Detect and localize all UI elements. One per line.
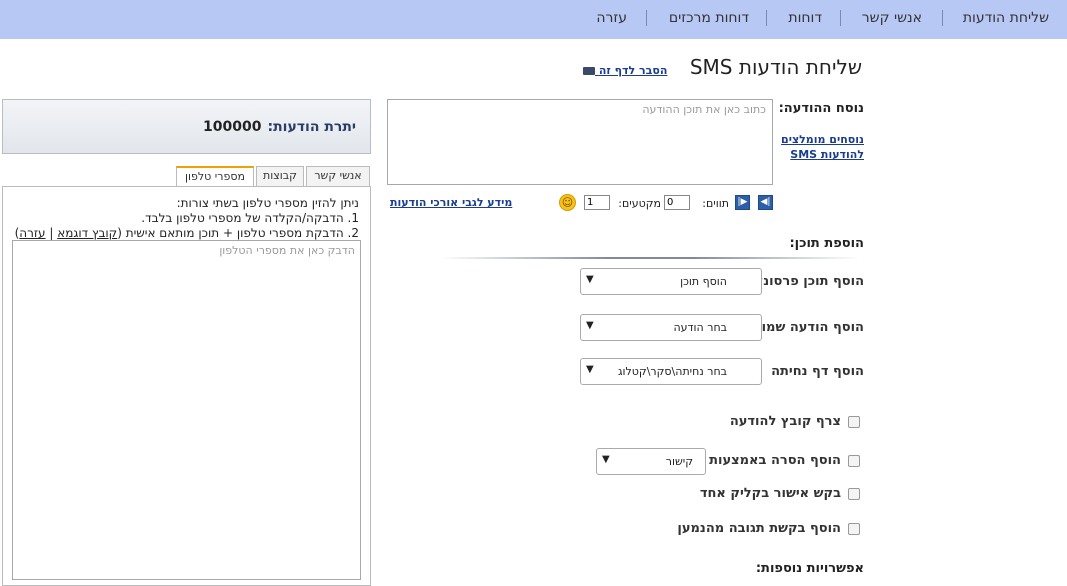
nav-contacts[interactable]: אנשי קשר	[862, 10, 922, 26]
reply-request-label: הוסף בקשת תגובה מהנמען	[677, 521, 841, 536]
chars-label: תווים:	[702, 197, 729, 210]
phones-help-link[interactable]: עזרה	[19, 226, 45, 240]
chevron-down-icon: ▼	[602, 454, 610, 465]
video-camera-icon	[583, 67, 595, 75]
chevron-down-icon: ▼	[586, 364, 594, 375]
remove-via-value: קישור	[665, 455, 693, 468]
one-click-label: בקש אישור בקליק אחד	[699, 486, 841, 501]
explain-page-link[interactable]: הסבר לדף זה	[580, 64, 667, 77]
phone-instructions-line2: 1. הדבקה/הקלדה של מספרי טלפון בלבד.	[141, 211, 359, 225]
chars-count-field[interactable]	[664, 195, 690, 210]
segments-count-field[interactable]	[584, 195, 610, 210]
rtl-direction-button[interactable]: ◀|	[758, 195, 773, 210]
add-content-title: הוספת תוכן:	[789, 236, 864, 251]
message-length-info-link[interactable]: מידע לגבי אורכי הודעות	[390, 196, 512, 209]
tab-groups[interactable]: קבוצות	[256, 166, 304, 186]
nav-separator	[840, 10, 841, 26]
nav-separator	[646, 10, 647, 26]
nav-separator	[942, 10, 943, 26]
recommended-texts-link[interactable]: נוסחים מומלצים להודעות SMS	[774, 132, 864, 162]
one-click-checkbox[interactable]	[848, 488, 860, 500]
nav-help[interactable]: עזרה	[596, 10, 627, 26]
more-options-title: אפשרויות נוספות:	[755, 561, 864, 576]
segments-label: מקטעים:	[618, 197, 661, 210]
phone-instructions-line1: ניתן להזין מספרי טלפון בשתי צורות:	[176, 196, 359, 210]
balance-label: יתרת הודעות:	[267, 119, 357, 135]
attach-file-checkbox[interactable]	[848, 416, 860, 428]
phone-instructions-line3: 2. הדבקת מספרי טלפון + תוכן מותאם אישית …	[14, 226, 359, 240]
landing-page-label: הוסף דף נחיתה	[771, 364, 864, 379]
nav-summary-reports[interactable]: דוחות מרכזים	[669, 10, 749, 26]
message-label: נוסח ההודעה:	[778, 101, 864, 116]
landing-page-select[interactable]: בחר נחיתה\סקר\קטלוג ▼	[580, 358, 762, 385]
nav-separator	[766, 10, 767, 26]
page-explain-label: הסבר לדף זה	[598, 64, 668, 77]
phone-numbers-textarea[interactable]	[12, 240, 361, 580]
landing-page-value: בחר נחיתה\סקר\קטלוג	[617, 365, 727, 378]
rtl-arrow-icon: ◀|	[760, 197, 771, 207]
reply-request-checkbox[interactable]	[848, 523, 860, 535]
remove-via-select[interactable]: קישור ▼	[596, 448, 706, 475]
ltr-direction-button[interactable]: |▶	[735, 195, 750, 210]
saved-message-label: הוסף הודעה שמורה	[744, 320, 864, 335]
saved-message-select[interactable]: בחר הודעה ▼	[580, 314, 762, 341]
nav-reports[interactable]: דוחות	[788, 10, 822, 26]
personal-content-select[interactable]: הוסף תוכן ▼	[580, 268, 762, 295]
sample-file-link[interactable]: קובץ דוגמא	[57, 226, 117, 240]
page-title: שליחת הודעות SMS	[689, 55, 862, 79]
phone-instructions-line3-text: 2. הדבקת מספרי טלפון + תוכן מותאם אישית	[125, 226, 359, 240]
balance-value: 100000	[203, 119, 262, 135]
recipients-tabs: מספרי טלפון קבוצות אנשי קשר	[2, 166, 371, 187]
personal-content-label: הוסף תוכן פרסונלי	[751, 274, 864, 289]
smiley-icon[interactable]: ☺	[559, 194, 576, 211]
nav-send-messages[interactable]: שליחת הודעות	[963, 10, 1049, 26]
tab-contacts[interactable]: אנשי קשר	[306, 166, 370, 186]
top-navigation: שליחת הודעות אנשי קשר דוחות דוחות מרכזים…	[0, 0, 1067, 39]
message-textarea[interactable]	[387, 99, 773, 185]
tab-phone-numbers[interactable]: מספרי טלפון	[176, 166, 254, 187]
attach-file-label: צרף קובץ להודעה	[729, 414, 841, 429]
chevron-down-icon: ▼	[586, 320, 594, 331]
ltr-arrow-icon: |▶	[737, 197, 748, 207]
balance-panel: יתרת הודעות: 100000	[2, 99, 371, 154]
section-divider	[440, 257, 860, 259]
remove-via-label: הוסף הסרה באמצעות	[709, 453, 841, 468]
remove-via-checkbox[interactable]	[848, 455, 860, 467]
saved-message-value: בחר הודעה	[673, 321, 727, 334]
personal-content-value: הוסף תוכן	[680, 275, 727, 288]
chevron-down-icon: ▼	[586, 274, 594, 285]
